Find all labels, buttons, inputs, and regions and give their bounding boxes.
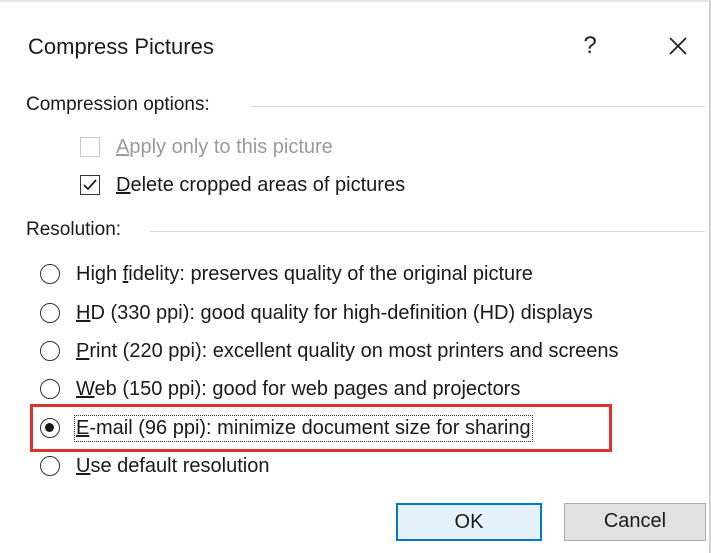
radio-row-high-fidelity[interactable]: High fidelity: preserves quality of the …: [40, 258, 533, 290]
radio-row-web-150[interactable]: Web (150 ppi): good for web pages and pr…: [40, 373, 520, 405]
radio-row-default-resolution[interactable]: Use default resolution: [40, 450, 269, 482]
delete-cropped-areas-checkbox[interactable]: [80, 175, 100, 195]
radio-web-150[interactable]: [40, 379, 60, 399]
checkmark-icon: [83, 179, 97, 191]
apply-only-this-picture-checkbox-row[interactable]: Apply only to this picture: [80, 132, 333, 162]
resolution-group-divider: [150, 231, 705, 232]
radio-hd-330[interactable]: [40, 303, 60, 323]
radio-high-fidelity[interactable]: [40, 264, 60, 284]
close-icon: [669, 37, 687, 55]
apply-only-this-picture-checkbox[interactable]: [80, 137, 100, 157]
radio-print-220[interactable]: [40, 341, 60, 361]
dialog-title: Compress Pictures: [28, 34, 214, 59]
compression-group-divider: [250, 106, 705, 107]
ok-button[interactable]: OK: [396, 503, 542, 541]
compression-options-label: Compression options:: [26, 94, 220, 116]
close-button[interactable]: [660, 30, 696, 62]
cancel-button[interactable]: Cancel: [564, 503, 706, 541]
radio-default-resolution[interactable]: [40, 456, 60, 476]
delete-cropped-areas-label: Delete cropped areas of pictures: [116, 173, 406, 196]
radio-label-hd-330: HD (330 ppi): good quality for high-defi…: [76, 301, 593, 324]
radio-label-print-220: Print (220 ppi): excellent quality on mo…: [76, 339, 619, 362]
compress-pictures-dialog: Compress Pictures ? Compression options:…: [0, 0, 711, 553]
radio-label-web-150: Web (150 ppi): good for web pages and pr…: [76, 377, 521, 400]
radio-row-hd-330[interactable]: HD (330 ppi): good quality for high-defi…: [40, 297, 593, 329]
delete-cropped-areas-checkbox-row[interactable]: Delete cropped areas of pictures: [80, 170, 405, 200]
highlight-annotation-box: [30, 404, 612, 452]
radio-label-default-resolution: Use default resolution: [76, 454, 270, 477]
help-button[interactable]: ?: [578, 30, 602, 62]
radio-row-print-220[interactable]: Print (220 ppi): excellent quality on mo…: [40, 335, 619, 367]
resolution-label: Resolution:: [26, 219, 132, 241]
radio-label-high-fidelity: High fidelity: preserves quality of the …: [76, 262, 533, 285]
apply-only-this-picture-label: Apply only to this picture: [116, 135, 333, 158]
title-bar: Compress Pictures ?: [0, 2, 711, 92]
